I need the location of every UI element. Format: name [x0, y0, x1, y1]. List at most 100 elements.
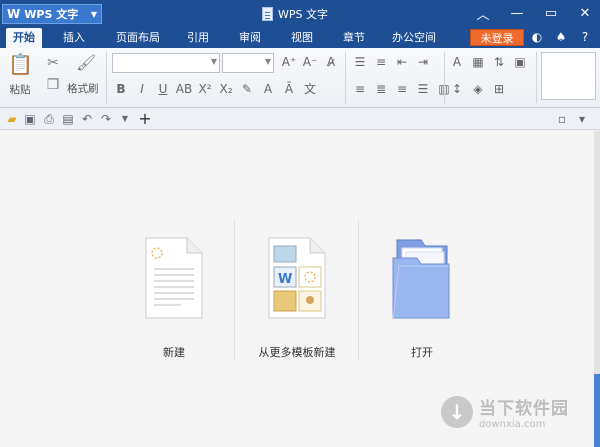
fill-color-icon[interactable]: ◈ — [469, 80, 487, 98]
new-document-label: 新建 — [163, 346, 185, 359]
chevron-down-icon: ▼ — [210, 57, 217, 66]
chevron-down-icon: ▼ — [90, 9, 97, 19]
template-tile[interactable]: W 从更多模板新建 — [250, 236, 344, 360]
paste-button[interactable]: 📋 粘贴 — [8, 52, 33, 97]
align-left-icon[interactable]: ≡ — [351, 80, 369, 98]
tab-office-space[interactable]: 办公空间 — [388, 28, 440, 48]
shirt-icon[interactable]: ♠ — [554, 30, 568, 44]
table-icon[interactable]: ▦ — [469, 53, 487, 71]
font-size-combo[interactable]: ▼ — [222, 53, 274, 73]
blank-document-icon — [145, 237, 203, 319]
template-document-icon: W — [268, 237, 326, 319]
border-icon[interactable]: ▣ — [511, 53, 529, 71]
open-document-tile[interactable]: 打开 — [378, 236, 466, 360]
watermark: ↓ 当下软件园 downxia.com — [441, 394, 569, 430]
skin-icon[interactable]: ◐ — [530, 30, 544, 44]
ribbon-tabs: 开始 插入 页面布局 引用 审阅 视图 章节 办公空间 未登录 ◐ ♠ ? — [0, 28, 600, 48]
download-arrow-icon: ↓ — [441, 396, 473, 428]
app-menu-label: WPS 文字 — [24, 8, 79, 21]
collapse-ribbon-icon[interactable]: ︿ — [474, 4, 492, 23]
save-icon[interactable]: ▣ — [22, 111, 38, 127]
bold-icon[interactable]: B — [112, 80, 130, 98]
justify-icon[interactable]: ☰ — [414, 80, 432, 98]
side-scrollbar[interactable] — [594, 131, 600, 447]
ribbon-home: 📋 粘贴 ✂ ❐ 🖌 格式刷 ▼ ▼ A⁺ A⁻ A̷ B I U AB X² … — [0, 48, 600, 108]
strikethrough-icon[interactable]: AB — [175, 80, 193, 98]
group-separator — [106, 52, 107, 104]
side-panel-toggle[interactable] — [594, 374, 600, 447]
close-icon[interactable]: ✕ — [576, 4, 594, 22]
font-name-combo[interactable]: ▼ — [112, 53, 220, 73]
open-document-label: 打开 — [411, 346, 433, 359]
window-title-text: WPS 文字 — [278, 8, 328, 21]
maximize-icon[interactable]: ▭ — [542, 4, 560, 22]
grow-font-icon[interactable]: A⁺ — [280, 53, 298, 71]
group-separator — [444, 52, 445, 104]
open-folder-icon[interactable]: ▰ — [4, 111, 20, 127]
italic-icon[interactable]: I — [133, 80, 151, 98]
print-preview-icon[interactable]: ▤ — [60, 111, 76, 127]
help-icon[interactable]: ? — [578, 30, 592, 44]
tab-sections[interactable]: 章节 — [336, 28, 372, 48]
panel-options-icon[interactable]: ▾ — [574, 111, 590, 127]
wps-logo-icon: W — [7, 7, 21, 21]
tab-page-layout[interactable]: 页面布局 — [112, 28, 164, 48]
tab-home[interactable]: 开始 — [6, 28, 42, 48]
copy-icon[interactable]: ❐ — [44, 76, 62, 94]
tile-divider — [234, 220, 235, 360]
font-style-tools: B I U AB X² X₂ ✎ A Ā 文 — [112, 80, 319, 98]
bullet-list-icon[interactable]: ☰ — [351, 53, 369, 71]
watermark-url: downxia.com — [479, 419, 546, 430]
scissors-icon[interactable]: ✂ — [44, 54, 62, 72]
text-effect-icon[interactable]: A — [448, 53, 466, 71]
text-effects-tools: A ▦ ⇅ ▣ — [448, 53, 529, 71]
decrease-indent-icon[interactable]: ⇤ — [393, 53, 411, 71]
subscript-icon[interactable]: X₂ — [217, 80, 235, 98]
increase-indent-icon[interactable]: ⇥ — [414, 53, 432, 71]
window-controls: ︿ — ▭ ✕ — [474, 4, 594, 23]
borders-icon[interactable]: ⊞ — [490, 80, 508, 98]
quick-access-toolbar: ▰ ▣ ⎙ ▤ ↶ ↷ ▼ + ▫ ▾ — [0, 109, 600, 130]
font-size-tools: A⁺ A⁻ A̷ — [280, 53, 340, 71]
tab-references[interactable]: 引用 — [180, 28, 216, 48]
undo-icon[interactable]: ↶ — [79, 111, 95, 127]
redo-icon[interactable]: ↷ — [98, 111, 114, 127]
style-gallery[interactable] — [541, 52, 596, 100]
tab-bar-icons: ◐ ♠ ? — [530, 30, 592, 44]
format-painter-label[interactable]: 格式刷 — [67, 81, 99, 96]
phonetic-icon[interactable]: 文 — [301, 80, 319, 98]
paste-label: 粘贴 — [9, 84, 31, 96]
new-tab-plus-icon[interactable]: + — [137, 111, 153, 127]
clear-format-icon[interactable]: A̷ — [322, 53, 340, 71]
align-center-icon[interactable]: ≣ — [372, 80, 390, 98]
new-document-tile[interactable]: 新建 — [130, 236, 218, 360]
group-separator — [536, 52, 537, 104]
login-button[interactable]: 未登录 — [470, 29, 524, 46]
shrink-font-icon[interactable]: A⁻ — [301, 53, 319, 71]
svg-text:W: W — [278, 272, 292, 287]
tab-review[interactable]: 审阅 — [232, 28, 268, 48]
superscript-icon[interactable]: X² — [196, 80, 214, 98]
app-menu-button[interactable]: W WPS 文字 ▼ — [2, 4, 102, 24]
chevron-down-icon: ▼ — [264, 57, 271, 66]
numbered-list-icon[interactable]: ≡ — [372, 53, 390, 71]
line-spacing-icon[interactable]: ↕ — [448, 80, 466, 98]
tab-view[interactable]: 视图 — [284, 28, 320, 48]
restore-panel-icon[interactable]: ▫ — [554, 111, 570, 127]
print-icon[interactable]: ⎙ — [41, 111, 57, 127]
folder-icon — [392, 239, 450, 319]
spacing-tools: ↕ ◈ ⊞ — [448, 80, 508, 98]
align-right-icon[interactable]: ≡ — [393, 80, 411, 98]
tab-insert[interactable]: 插入 — [56, 28, 92, 48]
format-painter-icon[interactable]: 🖌 — [76, 54, 96, 72]
title-bar: W WPS 文字 ▼ WPS 文字 ︿ — ▭ ✕ — [0, 0, 600, 28]
font-color-icon[interactable]: A — [259, 80, 277, 98]
highlight-icon[interactable]: ✎ — [238, 80, 256, 98]
list-tools: ☰ ≡ ⇤ ⇥ — [351, 53, 432, 71]
char-shading-icon[interactable]: Ā — [280, 80, 298, 98]
minimize-icon[interactable]: — — [508, 4, 526, 22]
sort-icon[interactable]: ⇅ — [490, 53, 508, 71]
underline-icon[interactable]: U — [154, 80, 172, 98]
align-tools: ≡ ≣ ≡ ☰ ▥ — [351, 80, 453, 98]
customize-caret-icon[interactable]: ▼ — [117, 111, 133, 127]
